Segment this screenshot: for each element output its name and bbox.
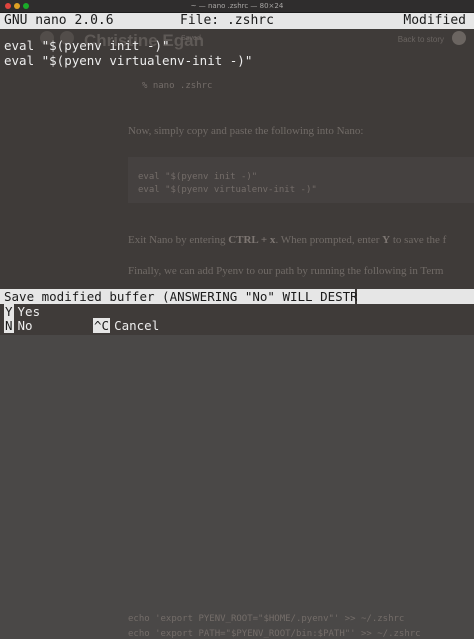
terminal-title-bar: ~ — nano .zshrc — 80×24 <box>0 0 474 13</box>
shortcut-no[interactable]: N No <box>4 318 33 333</box>
buffer-line: eval "$(pyenv virtualenv-init -)" <box>4 53 253 68</box>
background-paragraph: Exit Nano by entering CTRL + x. When pro… <box>128 234 447 246</box>
shortcut-yes[interactable]: Y Yes <box>4 304 40 319</box>
background-code-line: echo 'export PYENV_ROOT="$HOME/.pyenv"' … <box>128 614 405 624</box>
background-back-link: Back to story <box>397 35 444 44</box>
buffer-line: eval "$(pyenv init -)" <box>4 38 170 53</box>
nano-version: GNU nano 2.0.6 <box>4 13 114 28</box>
save-prompt: Save modified buffer (ANSWERING "No" WIL… <box>0 289 456 304</box>
editor-area[interactable]: Christine Egan Saved Back to story % nan… <box>0 29 474 289</box>
shortcut-yes-label: Yes <box>17 304 41 319</box>
background-code-line: eval "$(pyenv init -)" <box>138 172 258 182</box>
background-profile-icon <box>452 31 466 45</box>
shortcut-no-label: No <box>17 318 33 333</box>
window-title: ~ — nano .zshrc — 80×24 <box>190 2 284 10</box>
nano-modified-status: Modified <box>403 13 466 28</box>
background-saved-label: Saved <box>181 35 201 42</box>
prompt-input-cursor[interactable] <box>357 289 474 304</box>
shortcut-no-key: N <box>4 318 14 333</box>
save-prompt-row: Save modified buffer (ANSWERING "No" WIL… <box>0 289 474 304</box>
background-code-line: echo 'export PATH="$PYENV_ROOT/bin:$PATH… <box>128 629 421 639</box>
background-paragraph: Now, simply copy and paste the following… <box>128 125 364 137</box>
shortcut-cancel-key: ^C <box>93 318 111 333</box>
shortcut-yes-key: Y <box>4 304 14 319</box>
nano-filename: File: .zshrc <box>180 13 274 28</box>
shortcut-cancel-label: Cancel <box>114 318 160 333</box>
nano-title-bar: GNU nano 2.0.6 File: .zshrc Modified <box>0 13 474 29</box>
shortcut-bar: echo 'export PYENV_ROOT="$HOME/.pyenv"' … <box>0 304 474 639</box>
background-paragraph: Finally, we can add Pyenv to our path by… <box>128 265 444 277</box>
background-code-cmd: % nano .zshrc <box>142 81 213 91</box>
shortcut-cancel[interactable]: ^C Cancel <box>93 318 159 333</box>
background-code-line: eval "$(pyenv virtualenv-init -)" <box>138 185 317 195</box>
